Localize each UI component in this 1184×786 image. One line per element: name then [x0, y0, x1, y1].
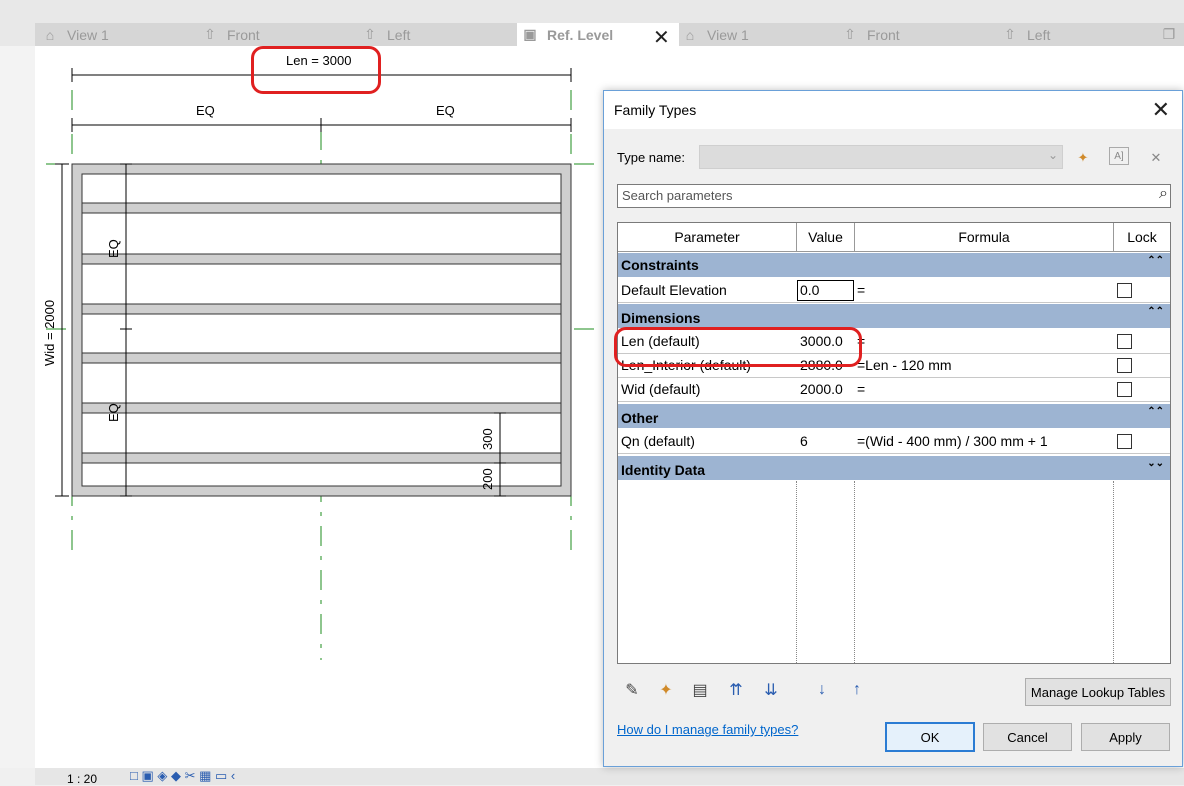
group-label: Other [621, 410, 659, 426]
search-icon: ⌕ [1159, 185, 1168, 202]
column-separator [854, 481, 855, 663]
dim-200-label: 200 [480, 468, 495, 490]
sort-ascending-icon[interactable]: ↓ [810, 678, 834, 702]
move-up-icon[interactable]: ⇈ [724, 678, 748, 702]
lock-checkbox[interactable] [1117, 283, 1132, 298]
group-label: Dimensions [621, 310, 701, 326]
group-constraints[interactable]: Constraints ⌃⌃ [618, 253, 1170, 277]
eq-bottom-label: EQ [106, 403, 121, 422]
param-value[interactable]: 6 [800, 429, 808, 453]
group-label: Identity Data [621, 462, 706, 478]
chevron-down-icon: ⌄ [1047, 148, 1058, 162]
apply-button[interactable]: Apply [1081, 723, 1170, 751]
delete-parameter-icon[interactable]: ▤ [688, 678, 712, 702]
dialog-titlebar: Family Types ✕ [604, 91, 1182, 129]
param-name: Default Elevation [621, 282, 727, 298]
lock-checkbox[interactable] [1117, 334, 1132, 349]
group-dimensions[interactable]: Dimensions ⌃⌃ [618, 304, 1170, 328]
lock-checkbox[interactable] [1117, 434, 1132, 449]
collapse-icon: ⌃⌃ [1147, 255, 1164, 266]
param-formula[interactable]: =(Wid - 400 mm) / 300 mm + 1 [857, 429, 1048, 453]
column-header-lock[interactable]: Lock [1114, 223, 1170, 252]
move-down-icon[interactable]: ⇊ [759, 678, 783, 702]
new-parameter-icon[interactable]: ✦ [654, 678, 678, 702]
column-header-parameter[interactable]: Parameter [618, 223, 797, 252]
red-highlight-len [251, 46, 381, 94]
sort-descending-icon[interactable]: ↑ [845, 678, 869, 702]
collapse-icon: ⌃⌃ [1147, 406, 1164, 417]
rename-type-icon[interactable]: A] [1109, 147, 1129, 165]
param-formula[interactable]: = [857, 278, 865, 302]
param-value[interactable]: 2000.0 [800, 377, 843, 401]
group-identity-data[interactable]: Identity Data ⌄⌄ [618, 456, 1170, 480]
type-name-select[interactable]: ⌄ [699, 145, 1063, 169]
param-name: Wid (default) [621, 381, 701, 397]
collapse-icon: ⌃⌃ [1147, 306, 1164, 317]
group-label: Constraints [621, 257, 699, 273]
eq-right-label: EQ [436, 103, 455, 118]
eq-top-label: EQ [106, 239, 121, 258]
cancel-button[interactable]: Cancel [983, 723, 1072, 751]
dialog-title: Family Types [614, 102, 697, 118]
param-formula[interactable]: = [857, 377, 865, 401]
param-row-default-elevation[interactable]: Default Elevation 0.0 = [618, 278, 1170, 303]
param-row-qn[interactable]: Qn (default) 6 =(Wid - 400 mm) / 300 mm … [618, 429, 1170, 454]
column-header-value[interactable]: Value [797, 223, 855, 252]
param-row-wid[interactable]: Wid (default) 2000.0 = [618, 377, 1170, 402]
param-name: Qn (default) [621, 433, 695, 449]
help-link[interactable]: How do I manage family types? [617, 722, 798, 737]
type-name-label: Type name: [617, 150, 685, 165]
manage-lookup-tables-button[interactable]: Manage Lookup Tables [1025, 678, 1171, 706]
lock-checkbox[interactable] [1117, 358, 1132, 373]
param-formula[interactable]: =Len - 120 mm [857, 353, 952, 377]
red-highlight-len-row [614, 327, 862, 367]
ok-button[interactable]: OK [885, 722, 975, 752]
view-control-bar: 1 : 20 □ ▣ ◈ ◆ ✂ ▦ ▭ ‹ [35, 768, 1184, 786]
parameter-grid: Parameter Value Formula Lock Constraints… [617, 222, 1171, 664]
search-placeholder: Search parameters [622, 188, 733, 203]
search-input[interactable]: Search parameters ⌕ [617, 184, 1171, 208]
group-other[interactable]: Other ⌃⌃ [618, 404, 1170, 428]
wid-dimension-label: Wid = 2000 [42, 300, 57, 366]
dim-300-label: 300 [480, 428, 495, 450]
column-header-formula[interactable]: Formula [855, 223, 1114, 252]
eq-left-label: EQ [196, 103, 215, 118]
close-icon[interactable]: ✕ [1152, 97, 1170, 123]
expand-icon: ⌄⌄ [1147, 458, 1164, 469]
scale-label[interactable]: 1 : 20 [67, 772, 97, 786]
edit-parameter-icon[interactable]: ✎ [620, 678, 644, 702]
new-type-icon[interactable]: ✦ [1072, 147, 1094, 169]
view-control-icons[interactable]: □ ▣ ◈ ◆ ✂ ▦ ▭ ‹ [130, 768, 235, 784]
column-separator [1113, 481, 1114, 663]
param-value[interactable]: 0.0 [800, 278, 819, 302]
family-types-dialog: Family Types ✕ Type name: ⌄ ✦ A] ✕ Searc… [603, 90, 1183, 767]
lock-checkbox[interactable] [1117, 382, 1132, 397]
delete-type-icon[interactable]: ✕ [1145, 147, 1167, 169]
column-separator [796, 481, 797, 663]
